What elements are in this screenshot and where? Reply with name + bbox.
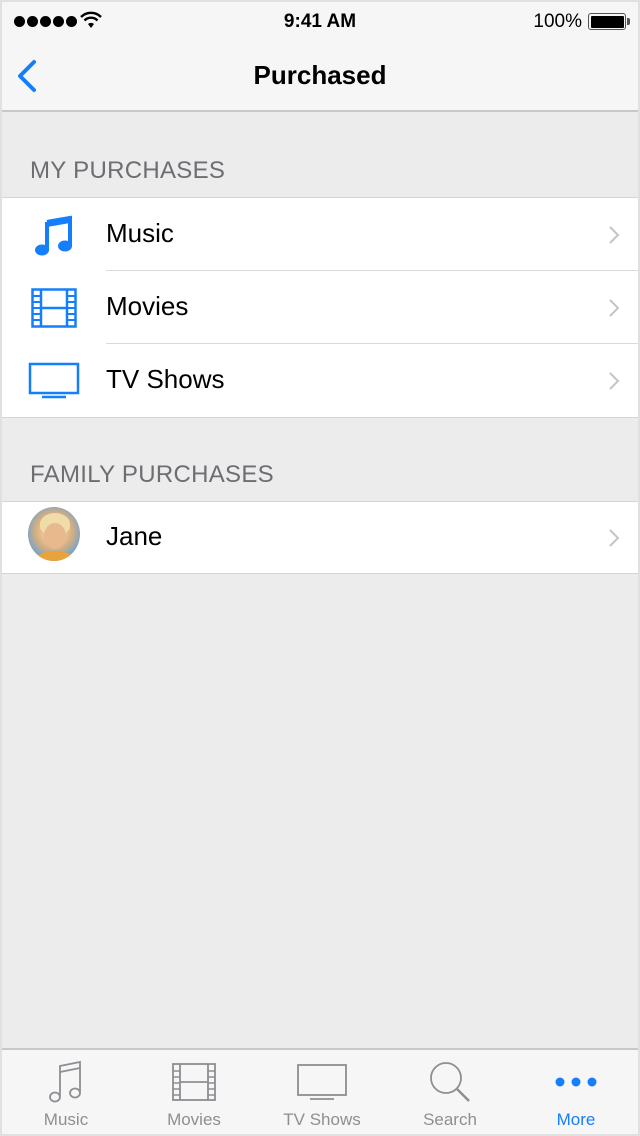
music-note-icon bbox=[2, 1060, 130, 1104]
chevron-right-icon bbox=[609, 529, 620, 547]
tab-search[interactable]: Search bbox=[386, 1050, 514, 1134]
list-item-jane[interactable]: Jane bbox=[2, 502, 638, 573]
section-header-family-purchases: FAMILY PURCHASES bbox=[30, 461, 274, 488]
list-item-movies[interactable]: Movies bbox=[2, 271, 638, 344]
screen: 9:41 AM 100% Purchased MY PURCHASES Musi… bbox=[0, 0, 640, 1136]
more-dots-icon bbox=[512, 1060, 638, 1104]
avatar bbox=[28, 507, 80, 561]
music-note-icon bbox=[28, 212, 80, 258]
list-item-tv-shows[interactable]: TV Shows bbox=[2, 344, 638, 417]
page-title: Purchased bbox=[253, 60, 387, 90]
tab-more[interactable]: More bbox=[512, 1050, 638, 1134]
tab-music[interactable]: Music bbox=[2, 1050, 130, 1134]
item-label: Music bbox=[106, 218, 174, 248]
tab-bar: Music Movies TV Shows Search More bbox=[2, 1048, 638, 1134]
tab-label: Music bbox=[43, 1110, 89, 1129]
tab-label: Search bbox=[423, 1110, 477, 1129]
tab-tv-shows[interactable]: TV Shows bbox=[258, 1050, 386, 1134]
tab-movies[interactable]: Movies bbox=[130, 1050, 258, 1134]
tab-label: Movies bbox=[167, 1110, 221, 1129]
item-label: Movies bbox=[106, 291, 189, 321]
chevron-right-icon bbox=[609, 226, 620, 244]
list-item-music[interactable]: Music bbox=[2, 198, 638, 271]
status-bar: 9:41 AM 100% bbox=[2, 2, 638, 42]
search-icon bbox=[386, 1060, 514, 1104]
navigation-bar: Purchased bbox=[2, 42, 638, 112]
tab-label: More bbox=[556, 1110, 596, 1129]
section-header-my-purchases: MY PURCHASES bbox=[30, 157, 226, 184]
chevron-right-icon bbox=[609, 299, 620, 317]
film-icon bbox=[130, 1060, 258, 1104]
battery-icon bbox=[588, 13, 630, 30]
tab-label: TV Shows bbox=[283, 1110, 361, 1129]
my-purchases-list: Music Movies TV Shows bbox=[2, 197, 638, 418]
tv-icon bbox=[258, 1060, 386, 1104]
family-purchases-list: Jane bbox=[2, 501, 638, 574]
item-label: TV Shows bbox=[106, 364, 225, 394]
chevron-right-icon bbox=[609, 372, 620, 390]
battery-percent: 100% bbox=[533, 11, 582, 32]
tv-icon bbox=[28, 358, 80, 404]
item-label: Jane bbox=[106, 521, 163, 551]
film-icon bbox=[28, 285, 80, 331]
